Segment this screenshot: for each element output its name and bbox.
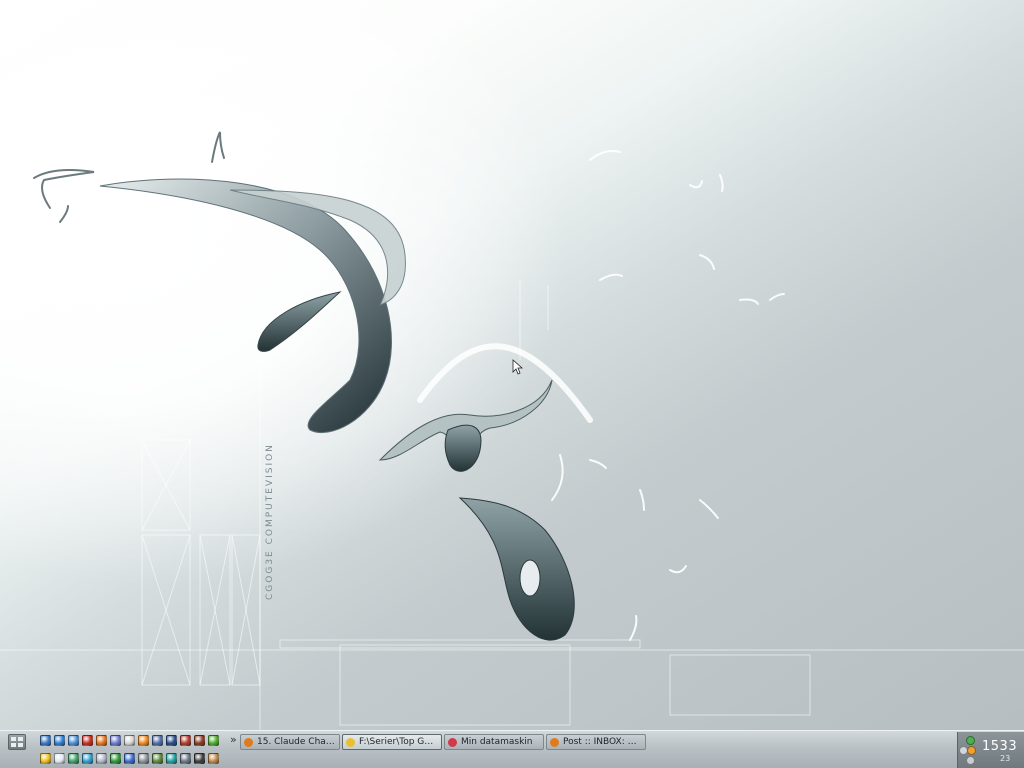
drive-icon[interactable] bbox=[138, 753, 149, 764]
paint-icon[interactable] bbox=[166, 753, 177, 764]
taskbar: » 15. Claude Challe ... F:\Serier\Top Gea… bbox=[0, 730, 1024, 768]
media-icon[interactable] bbox=[166, 735, 177, 746]
folder-icon[interactable] bbox=[40, 753, 51, 764]
mouse-cursor bbox=[512, 359, 524, 375]
globe-icon[interactable] bbox=[82, 753, 93, 764]
firefox-icon bbox=[244, 737, 253, 747]
quick-launch-top-row bbox=[40, 735, 219, 746]
network-icon[interactable] bbox=[180, 753, 191, 764]
computer-icon[interactable] bbox=[40, 735, 51, 746]
task-button[interactable]: 15. Claude Challe ... bbox=[240, 734, 340, 750]
ie-icon[interactable] bbox=[54, 735, 65, 746]
vlc-icon[interactable] bbox=[138, 735, 149, 746]
firefox-icon[interactable] bbox=[96, 735, 107, 746]
desktop[interactable]: CGOG3E COMPUTEVISION bbox=[0, 0, 1024, 730]
firefox-icon bbox=[550, 737, 559, 747]
quick-launch-bottom-row bbox=[40, 753, 219, 764]
task-button-label: 15. Claude Challe ... bbox=[257, 737, 336, 747]
camera-icon[interactable] bbox=[194, 753, 205, 764]
task-button[interactable]: F:\Serier\Top Gear bbox=[342, 734, 442, 750]
task-buttons: 15. Claude Challe ... F:\Serier\Top Gear M… bbox=[240, 734, 646, 750]
network-tray-icon[interactable] bbox=[966, 736, 975, 745]
task-button-label: Post :: INBOX: Bil... bbox=[563, 737, 642, 747]
wallpaper-art: CGOG3E COMPUTEVISION bbox=[0, 131, 1024, 730]
clock-time[interactable]: 1533 bbox=[982, 739, 1017, 754]
messenger-tray-icon[interactable] bbox=[967, 746, 976, 755]
task-button[interactable]: Post :: INBOX: Bil... bbox=[546, 734, 646, 750]
notepad-icon[interactable] bbox=[54, 753, 65, 764]
folder-icon bbox=[346, 737, 355, 747]
task-button-label: Min datamaskin bbox=[461, 737, 533, 747]
ie-alt-icon[interactable] bbox=[68, 735, 79, 746]
task-button[interactable]: Min datamaskin bbox=[444, 734, 544, 750]
leaf-icon[interactable] bbox=[110, 753, 121, 764]
cd-icon[interactable] bbox=[96, 753, 107, 764]
game-icon[interactable] bbox=[180, 735, 191, 746]
search-icon[interactable] bbox=[152, 735, 163, 746]
start-button[interactable] bbox=[8, 734, 26, 750]
archive-icon[interactable] bbox=[208, 753, 219, 764]
task-button-label: F:\Serier\Top Gear bbox=[359, 737, 438, 747]
books-icon[interactable] bbox=[194, 735, 205, 746]
photo-icon[interactable] bbox=[68, 753, 79, 764]
update-tray-icon[interactable] bbox=[966, 756, 975, 765]
calendar-icon[interactable] bbox=[124, 735, 135, 746]
clock-date: 23 bbox=[1000, 754, 1011, 763]
computer-icon bbox=[448, 737, 457, 747]
calc-icon[interactable] bbox=[152, 753, 163, 764]
opera-icon[interactable] bbox=[82, 735, 93, 746]
shield-icon[interactable] bbox=[124, 753, 135, 764]
system-tray: 1533 23 bbox=[957, 732, 1024, 768]
torrent-icon[interactable] bbox=[208, 735, 219, 746]
quick-launch-more-chevron[interactable]: » bbox=[230, 733, 237, 746]
wallpaper-text: CGOG3E COMPUTEVISION bbox=[265, 443, 275, 600]
mail-icon[interactable] bbox=[110, 735, 121, 746]
